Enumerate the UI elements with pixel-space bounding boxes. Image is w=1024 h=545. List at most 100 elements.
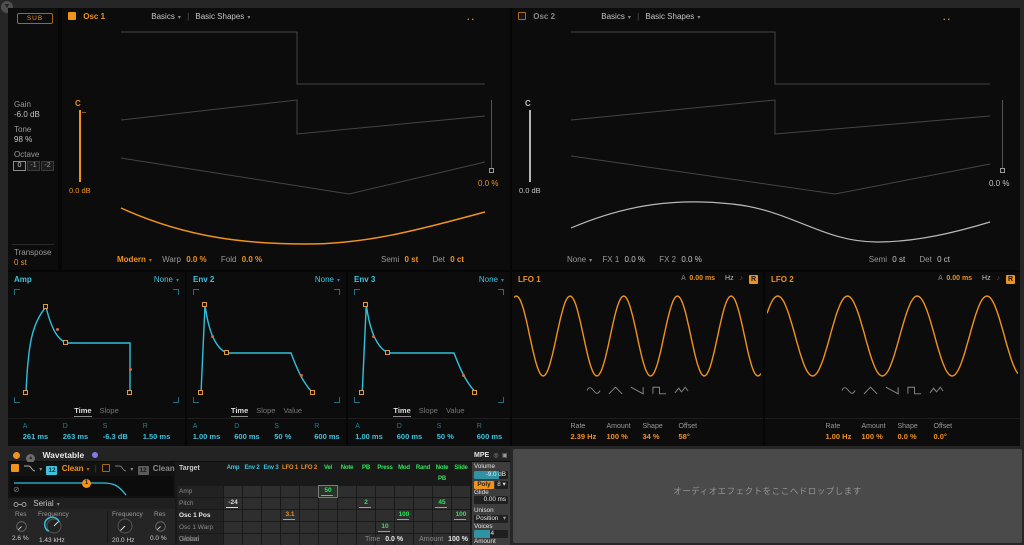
amp-env-handle-peak[interactable] <box>43 304 48 309</box>
osc2-position-slider[interactable] <box>1002 100 1003 168</box>
filter2-circuit-dropdown[interactable]: Clean <box>153 464 175 473</box>
poly-voices-dropdown[interactable]: 8 ▾ <box>495 481 508 489</box>
tab-time[interactable]: Time <box>393 406 410 417</box>
matrix-cell-osc-1-pos-amp[interactable] <box>224 510 242 521</box>
matrix-cell-pitch-lfo-2[interactable] <box>300 498 318 509</box>
amp-env-slope-dot[interactable] <box>56 328 59 331</box>
filter-routing-dropdown[interactable]: Serial <box>33 499 53 508</box>
octave-minus2-button[interactable]: -2 <box>41 161 54 171</box>
res1-knob[interactable] <box>15 520 28 533</box>
env3-decay[interactable]: 600 ms <box>397 432 423 441</box>
matrix-col-rand[interactable]: Rand <box>414 463 432 485</box>
triangle-shape-icon[interactable] <box>608 386 623 395</box>
matrix-cell-osc-1-warp-slide[interactable] <box>452 522 470 533</box>
env2-sustain[interactable]: 50 % <box>274 432 300 441</box>
matrix-cell-pitch-lfo-1[interactable] <box>281 498 299 509</box>
matrix-cell-amp-mod[interactable] <box>395 486 413 497</box>
env2-display[interactable] <box>191 287 342 405</box>
matrix-cell-osc-1-pos-env-2[interactable] <box>243 510 261 521</box>
osc1-semi-value[interactable]: 0 st <box>404 255 418 264</box>
matrix-col-mod[interactable]: Mod <box>395 463 413 485</box>
env2-release[interactable]: 600 ms <box>314 432 340 441</box>
env3-handle-end[interactable] <box>472 390 477 395</box>
env3-display[interactable] <box>352 287 506 405</box>
amp-mod-source-dropdown[interactable]: None▾ <box>154 275 179 284</box>
matrix-row-osc-1-pos[interactable]: Osc 1 Pos <box>177 510 223 521</box>
osc1-position-value[interactable]: 0.0 % <box>478 179 498 188</box>
tab-slope[interactable]: Slope <box>256 406 275 416</box>
lfo2-rate[interactable]: 1.00 Hz <box>826 432 852 441</box>
freq1-value[interactable]: 1.43 kHz <box>39 537 65 544</box>
matrix-cell-osc-1-pos-mod[interactable]: 100 <box>395 510 413 521</box>
env3-release[interactable]: 600 ms <box>477 432 503 441</box>
amp-env-handle-sustain[interactable] <box>63 340 68 345</box>
matrix-cell-pitch-pb[interactable]: 2 <box>357 498 375 509</box>
matrix-row-pitch[interactable]: Pitch <box>177 498 223 509</box>
lfo2-display[interactable] <box>767 288 1018 384</box>
matrix-cell-pitch-note[interactable] <box>338 498 356 509</box>
osc2-fx1-value[interactable]: 0.0 % <box>625 255 645 264</box>
lfo1-hz-toggle[interactable]: Hz <box>725 275 734 282</box>
matrix-cell-osc-1-warp-lfo-1[interactable] <box>281 522 299 533</box>
matrix-cell-amp-env-2[interactable] <box>243 486 261 497</box>
res2-knob[interactable] <box>154 520 167 533</box>
env2-attack[interactable]: 1.00 ms <box>193 432 221 441</box>
osc1-effect-mode-dropdown[interactable]: Modern <box>117 255 146 264</box>
transpose-value[interactable]: 0 st <box>14 258 27 267</box>
env3-mod-source-dropdown[interactable]: None▾ <box>479 275 504 284</box>
matrix-cell-amp-pb[interactable] <box>357 486 375 497</box>
matrix-cell-osc-1-pos-note[interactable] <box>338 510 356 521</box>
lfo2-sync-toggle[interactable]: ♪ <box>997 275 1001 282</box>
matrix-cell-amp-rand[interactable] <box>414 486 432 497</box>
matrix-cell-amp-note-pb[interactable] <box>433 486 451 497</box>
osc1-activator[interactable] <box>68 12 76 20</box>
osc2-activator[interactable] <box>518 12 526 20</box>
saw-shape-icon[interactable] <box>630 386 645 395</box>
matrix-cell-osc-1-warp-note-pb[interactable] <box>433 522 451 533</box>
sine-shape-icon[interactable] <box>841 386 856 395</box>
square-shape-icon[interactable] <box>907 386 922 395</box>
filter-drive-icon[interactable]: ⊘ <box>13 485 20 494</box>
matrix-cell-osc-1-warp-pb[interactable] <box>357 522 375 533</box>
lfo1-shape[interactable]: 34 % <box>643 432 669 441</box>
lfo1-amount[interactable]: 100 % <box>607 432 633 441</box>
matrix-row-osc-1-warp[interactable]: Osc 1 Warp <box>177 522 223 533</box>
tab-slope[interactable]: Slope <box>100 406 119 416</box>
matrix-cell-pitch-env-3[interactable] <box>262 498 280 509</box>
amp-envelope-display[interactable] <box>12 287 181 405</box>
filter-display[interactable]: ⊘ 1 <box>10 476 173 496</box>
matrix-cell-osc-1-warp-note[interactable] <box>338 522 356 533</box>
matrix-col-pb[interactable]: PB <box>357 463 375 485</box>
matrix-cell-amp-env-3[interactable] <box>262 486 280 497</box>
matrix-col-lfo-1[interactable]: LFO 1 <box>281 463 299 485</box>
filter2-activator[interactable] <box>102 464 110 472</box>
matrix-col-lfo-2[interactable]: LFO 2 <box>300 463 318 485</box>
tab-value[interactable]: Value <box>446 406 465 416</box>
octave-minus1-button[interactable]: -1 <box>27 161 40 171</box>
lfo1-attack-value[interactable]: 0.00 ms <box>689 275 715 282</box>
random-shape-icon[interactable] <box>674 386 689 395</box>
matrix-cell-osc-1-pos-note-pb[interactable] <box>433 510 451 521</box>
env3-handle-sustain[interactable] <box>385 350 390 355</box>
wavetable-title-bar[interactable]: ▲ Wavetable <box>8 448 472 462</box>
tab-time[interactable]: Time <box>231 406 248 417</box>
amp-decay[interactable]: 263 ms <box>63 432 89 441</box>
env3-attack[interactable]: 1.00 ms <box>355 432 383 441</box>
matrix-col-note-pb[interactable]: Note PB <box>433 463 451 485</box>
osc1-warp-value[interactable]: 0.0 % <box>186 255 206 264</box>
sine-shape-icon[interactable] <box>586 386 601 395</box>
env2-release-dot[interactable] <box>300 374 303 377</box>
lfo1-display[interactable] <box>514 288 761 384</box>
octave-0-button[interactable]: 0 <box>13 161 26 171</box>
tab-time[interactable]: Time <box>74 406 91 417</box>
matrix-cell-osc-1-warp-mod[interactable] <box>395 522 413 533</box>
glide-field[interactable]: 0.00 ms <box>474 496 508 504</box>
tab-value[interactable]: Value <box>283 406 302 416</box>
matrix-row-amp[interactable]: Amp <box>177 486 223 497</box>
osc2-gain-slider[interactable] <box>529 110 531 182</box>
env2-decay[interactable]: 600 ms <box>234 432 260 441</box>
env2-handle-peak[interactable] <box>202 302 207 307</box>
lfo2-retrigger-button[interactable]: R <box>1006 275 1015 284</box>
freq2-knob[interactable] <box>115 516 135 536</box>
osc1-fold-value[interactable]: 0.0 % <box>242 255 262 264</box>
